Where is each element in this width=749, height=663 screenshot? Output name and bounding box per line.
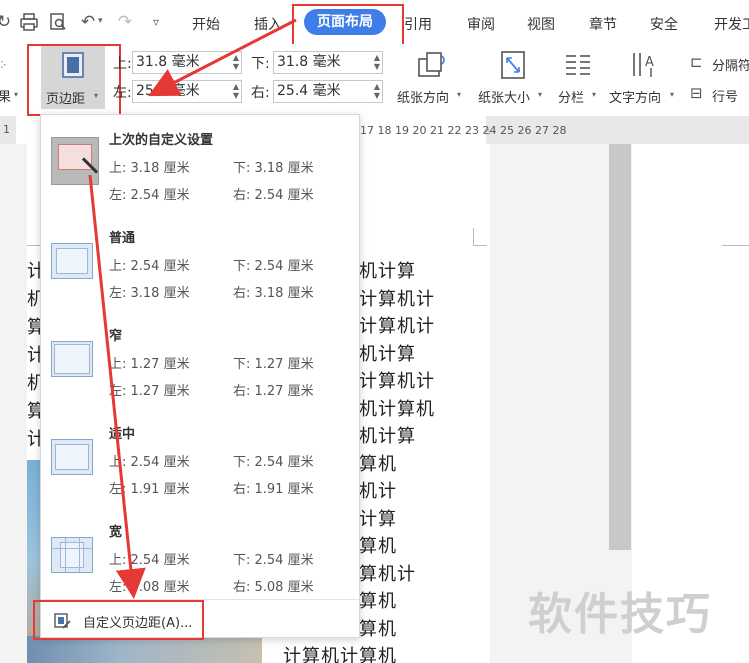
arrow-to-custom-margin [88, 174, 146, 599]
arrow-to-margin-button [147, 18, 297, 97]
annotation-arrows [88, 18, 297, 599]
